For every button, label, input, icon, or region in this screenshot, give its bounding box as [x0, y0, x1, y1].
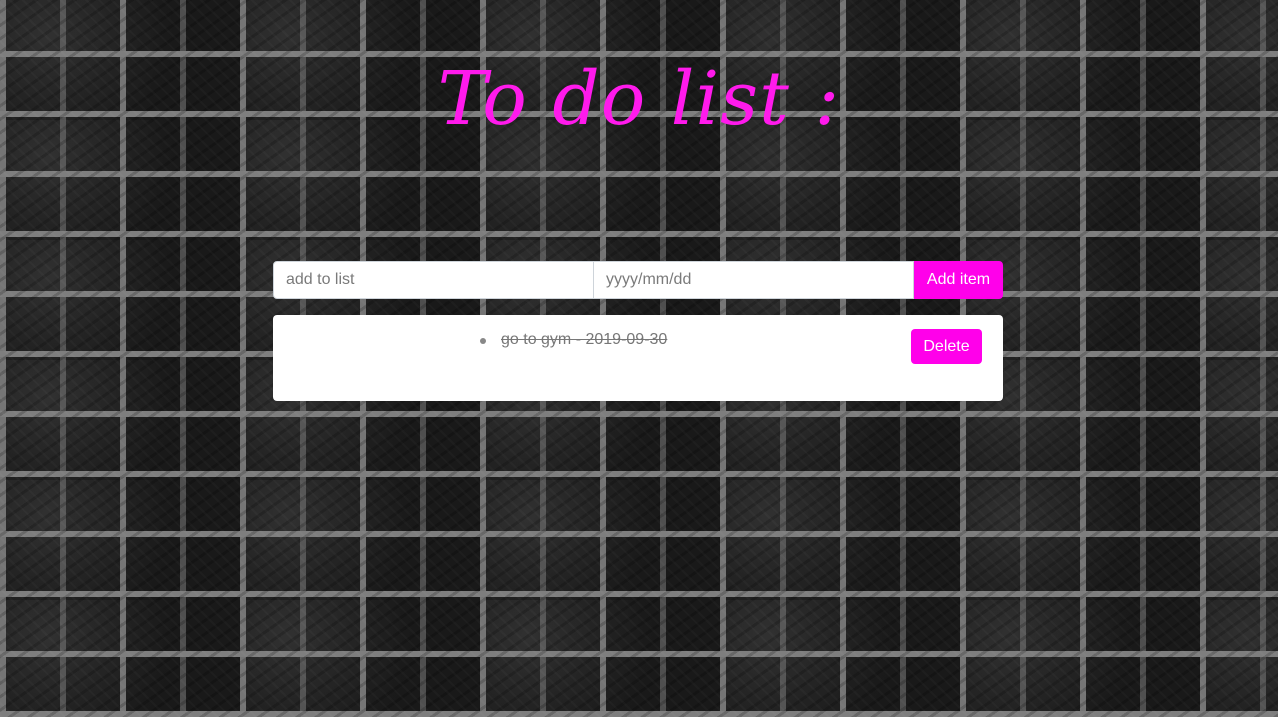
todo-list-card: go to gym - 2019-09-30 Delete: [273, 315, 1003, 401]
todo-item-text: go to gym - 2019-09-30: [501, 331, 668, 348]
todo-item-text-wrapper: go to gym - 2019-09-30: [480, 331, 668, 349]
add-item-button[interactable]: Add item: [914, 261, 1003, 299]
bullet-dot-icon: [480, 338, 486, 344]
add-item-form: Add item: [273, 261, 1003, 299]
page-title: To do list :: [437, 56, 841, 142]
delete-button[interactable]: Delete: [911, 329, 982, 364]
task-input[interactable]: [273, 261, 594, 299]
date-input[interactable]: [594, 261, 914, 299]
